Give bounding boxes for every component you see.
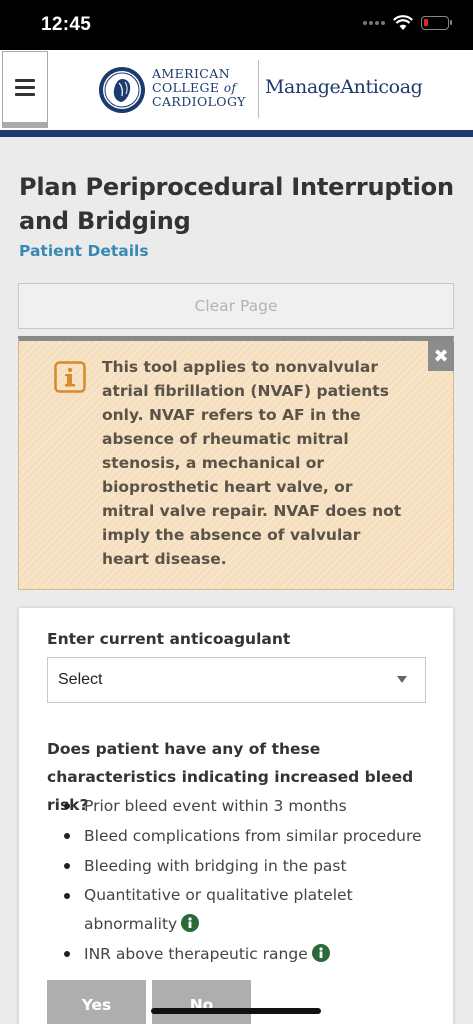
anticoagulant-select-value: Select [58,671,103,688]
org-line-3: CARDIOLOGY [152,94,246,109]
status-icons [363,15,452,31]
list-item-text: Bleed complications from similar procedu… [84,827,422,845]
close-icon[interactable]: ✖ [428,341,454,371]
wifi-icon [393,15,413,30]
yes-button[interactable]: Yes [47,980,146,1024]
patient-details-link[interactable]: Patient Details [19,242,149,260]
list-item: Quantitative or qualitative platelet abn… [47,881,437,939]
product-name: ManageAnticoag [265,76,423,98]
list-item-text: Prior bleed event within 3 months [84,797,347,815]
nvaf-notice: ✖ This tool applies to nonvalvular atria… [18,336,454,590]
signal-icon [363,21,385,25]
list-item: Prior bleed event within 3 months [47,791,437,821]
menu-button[interactable] [2,51,48,128]
info-square-icon [54,361,86,393]
logo-divider [258,60,259,118]
info-circle-icon[interactable] [311,944,330,962]
list-item: Bleed complications from similar procedu… [47,821,437,851]
status-time: 12:45 [41,14,92,35]
list-item: Bleeding with bridging in the past [47,851,437,881]
form-card: Enter current anticoagulant Select Does … [18,607,454,1024]
hamburger-menu-icon [15,75,35,100]
org-line-2: COLLEGE of [152,80,246,96]
clear-page-button[interactable]: Clear Page [18,283,454,329]
battery-icon [421,16,452,30]
page-title: Plan Periprocedural Interruption and Bri… [19,173,454,235]
info-circle-icon[interactable] [181,914,200,932]
anticoagulant-select[interactable]: Select [47,657,426,703]
org-line-2-of: of [223,81,237,95]
home-indicator[interactable] [151,1008,321,1014]
list-item-text: INR above therapeutic range [84,945,308,963]
list-item: INR above therapeutic range [47,939,437,969]
notice-text: This tool applies to nonvalvular atrial … [102,358,402,568]
list-item-text: Quantitative or qualitative platelet abn… [84,886,353,933]
org-line-2-a: COLLEGE [152,80,220,95]
anticoagulant-label: Enter current anticoagulant [47,630,291,648]
acc-seal-logo [99,67,145,113]
header-stripe [0,130,473,137]
chevron-down-icon [397,676,407,683]
list-item-text: Bleeding with bridging in the past [84,857,347,875]
org-line-1: AMERICAN [152,66,231,81]
status-bar: 12:45 [0,0,473,50]
bleed-risk-list: Prior bleed event within 3 months Bleed … [47,791,437,969]
org-name: AMERICAN COLLEGE of CARDIOLOGY [152,67,246,109]
no-button[interactable]: No [152,980,251,1024]
